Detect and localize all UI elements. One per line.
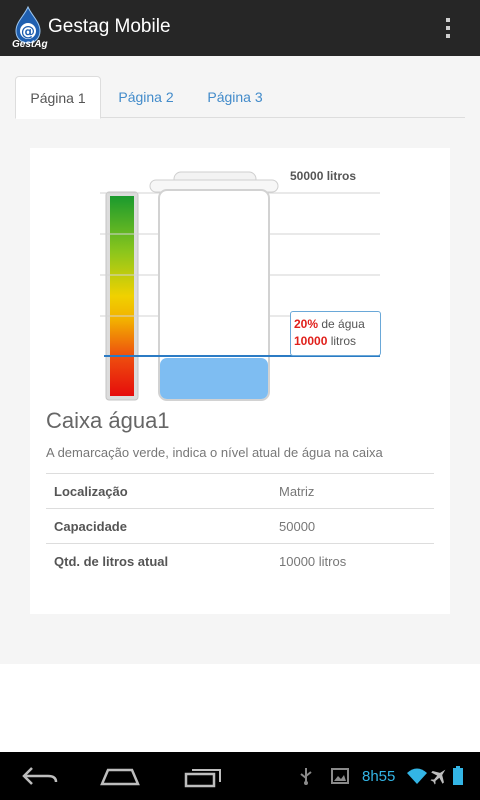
level-liters: 10000 <box>294 334 328 348</box>
tab-pagina-1[interactable]: Página 1 <box>15 76 101 119</box>
level-percent-suffix: de água <box>321 317 365 331</box>
action-bar: @ GestAg Gestag Mobile <box>0 0 480 56</box>
system-bar: 8h55 <box>0 752 480 800</box>
app-title: Gestag Mobile <box>48 16 171 37</box>
wifi-icon <box>406 766 427 786</box>
page-content: Página 1 Página 2 Página 3 50000 litros … <box>0 56 480 664</box>
level-liters-suffix: litros <box>330 334 357 348</box>
level-percent-line: 20% de água <box>294 316 380 333</box>
logo-text: GestAg <box>12 39 48 50</box>
level-percent: 20% <box>294 317 319 331</box>
tank-title: Caixa água1 <box>46 408 170 433</box>
usb-icon <box>296 766 316 786</box>
detail-value: Matriz <box>279 473 434 509</box>
battery-icon <box>452 766 472 786</box>
overflow-menu-button[interactable] <box>436 14 460 42</box>
overflow-dot <box>446 26 450 30</box>
detail-label: Qtd. de litros atual <box>46 543 279 579</box>
tank-visual: 50000 litros 20% de água 10000 litros <box>30 148 450 408</box>
back-icon[interactable] <box>18 762 62 790</box>
tank-description: A demarcação verde, indica o nível atual… <box>46 445 383 460</box>
level-liters-line: 10000 litros <box>294 333 380 350</box>
home-icon[interactable] <box>98 762 142 790</box>
detail-label: Capacidade <box>46 508 279 544</box>
level-gauge <box>110 196 134 396</box>
tank-details-table: Localização Matriz Capacidade 50000 Qtd.… <box>46 473 434 579</box>
table-row: Qtd. de litros atual 10000 litros <box>46 543 434 579</box>
app-logo-icon: @ GestAg <box>10 5 48 52</box>
overflow-dot <box>446 18 450 22</box>
table-row: Localização Matriz <box>46 473 434 509</box>
tab-pagina-3[interactable]: Página 3 <box>191 76 279 118</box>
recent-apps-icon[interactable] <box>180 762 224 790</box>
image-icon <box>330 766 350 786</box>
clock: 8h55 <box>362 768 396 785</box>
detail-value: 10000 litros <box>279 543 434 579</box>
svg-text:@: @ <box>21 24 35 40</box>
airplane-icon <box>430 766 450 786</box>
overflow-dot <box>446 34 450 38</box>
level-tooltip: 20% de água 10000 litros <box>290 311 381 356</box>
tank-card: 50000 litros 20% de água 10000 litros Ca… <box>30 148 450 614</box>
tab-pagina-2[interactable]: Página 2 <box>105 76 187 118</box>
table-row: Capacidade 50000 <box>46 508 434 544</box>
detail-value: 50000 <box>279 508 434 544</box>
tab-bar: Página 1 Página 2 Página 3 <box>15 76 465 119</box>
tank-water <box>160 358 268 399</box>
detail-label: Localização <box>46 473 279 509</box>
capacity-label: 50000 litros <box>290 169 357 183</box>
